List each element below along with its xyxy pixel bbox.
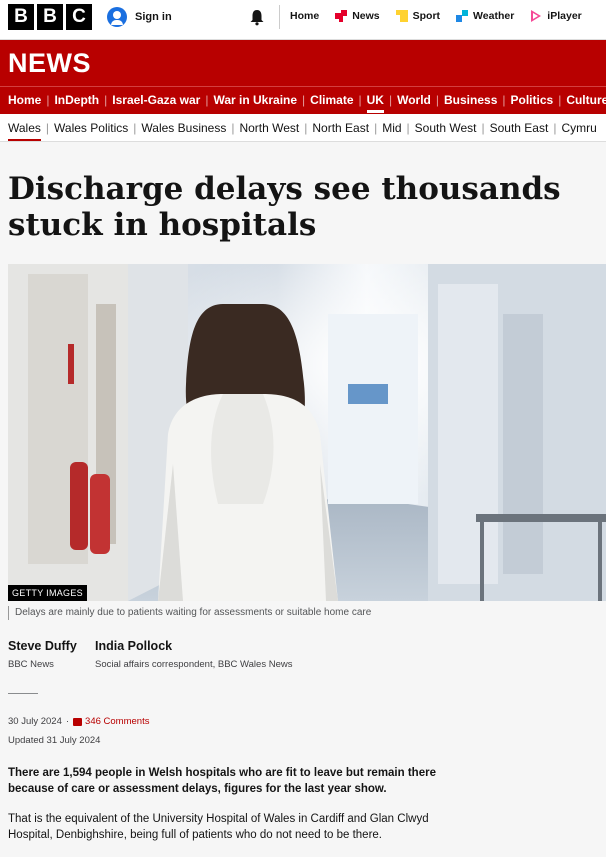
nav-separator: |	[374, 121, 378, 135]
nav-separator: |	[502, 93, 506, 107]
user-icon	[107, 7, 127, 27]
main-nav-item-home[interactable]: Home	[8, 93, 41, 113]
author-name: Steve Duffy	[8, 639, 77, 653]
article-meta: 30 July 2024 · 346 Comments	[8, 716, 149, 727]
nav-separator: |	[304, 121, 308, 135]
sub-nav: Wales | Wales Politics | Wales Business | N…	[8, 121, 597, 141]
sub-nav-item-south-west[interactable]: South West	[415, 121, 477, 141]
author-block: India Pollock Social affairs corresponde…	[95, 639, 292, 670]
comment-icon	[73, 717, 83, 726]
global-nav-label: iPlayer	[547, 10, 582, 22]
main-nav-item-climate[interactable]: Climate	[310, 93, 353, 113]
sub-nav-item-wales-politics[interactable]: Wales Politics	[54, 121, 128, 141]
global-nav: Home News Sport Weather iPlayer	[290, 6, 598, 26]
divider	[8, 693, 38, 694]
nav-separator: |	[406, 121, 410, 135]
global-nav-news[interactable]: News	[335, 6, 380, 26]
sub-nav-item-wales[interactable]: Wales	[8, 121, 41, 141]
nav-separator: |	[558, 93, 562, 107]
news-icon	[335, 10, 348, 22]
publish-date: 30 July 2024	[8, 716, 62, 727]
bbc-global-bar: B B C Sign in Home News Sport Weather iP…	[0, 0, 606, 40]
nav-separator: |	[388, 93, 393, 107]
meta-separator: ·	[65, 716, 70, 727]
sub-nav-item-south-east[interactable]: South East	[490, 121, 549, 141]
news-logo[interactable]: NEWS	[8, 48, 91, 79]
bbc-logo-letter: C	[66, 4, 92, 30]
main-nav-item-culture[interactable]: Culture	[566, 93, 606, 113]
main-nav-item-war-in-ukraine[interactable]: War in Ukraine	[213, 93, 297, 113]
author-name: India Pollock	[95, 639, 173, 653]
image-caption: Delays are mainly due to patients waitin…	[8, 606, 371, 620]
author-block: Steve Duffy BBC News	[8, 639, 77, 670]
nav-separator: |	[481, 121, 485, 135]
nav-separator: |	[46, 93, 50, 107]
nav-separator: |	[553, 121, 557, 135]
sub-nav-item-cymru[interactable]: Cymru	[561, 121, 596, 141]
updated-date: Updated 31 July 2024	[8, 735, 101, 746]
nav-separator: |	[435, 93, 440, 107]
nav-separator: |	[205, 93, 209, 107]
main-nav-item-business[interactable]: Business	[444, 93, 497, 113]
weather-icon	[456, 10, 469, 22]
nav-separator: |	[45, 121, 50, 135]
nav-separator: |	[231, 121, 235, 135]
article-headline: Discharge delays see thousands stuck in …	[8, 171, 561, 243]
sub-nav-item-mid[interactable]: Mid	[382, 121, 401, 141]
global-nav-weather[interactable]: Weather	[456, 6, 514, 26]
divider	[279, 5, 280, 29]
nav-separator: |	[358, 93, 362, 107]
bbc-logo-letter: B	[37, 4, 63, 30]
main-nav-item-uk[interactable]: UK	[366, 93, 384, 113]
article-lead: There are 1,594 people in Welsh hospital…	[8, 767, 436, 795]
global-nav-sport[interactable]: Sport	[395, 6, 441, 26]
sport-icon	[395, 10, 408, 22]
main-nav-item-israel-gaza-war[interactable]: Israel-Gaza war	[112, 93, 200, 113]
comments-count: 346 Comments	[85, 716, 150, 727]
sub-nav-item-wales-business[interactable]: Wales Business	[141, 121, 226, 141]
global-nav-iplayer[interactable]: iPlayer	[530, 6, 582, 26]
global-nav-label: Home	[290, 10, 320, 22]
main-nav-item-politics[interactable]: Politics	[511, 93, 554, 113]
nav-separator: |	[302, 93, 306, 107]
main-nav: Home | InDepth | Israel-Gaza war | War in U…	[8, 93, 606, 113]
sub-nav-item-north-west[interactable]: North West	[239, 121, 299, 141]
global-nav-label: News	[352, 10, 380, 22]
bbc-logo[interactable]: B B C	[8, 4, 92, 30]
main-nav-item-indepth[interactable]: InDepth	[54, 93, 99, 113]
nav-separator: |	[133, 121, 137, 135]
main-nav-item-world[interactable]: World	[397, 93, 431, 113]
author-role: BBC News	[8, 659, 54, 670]
article-paragraph: That is the equivalent of the University…	[8, 813, 429, 841]
global-nav-label: Sport	[412, 10, 441, 22]
hero-image	[8, 264, 606, 601]
sub-nav-item-north-east[interactable]: North East	[312, 121, 369, 141]
sign-in-label: Sign in	[135, 11, 172, 23]
image-credit: GETTY IMAGES	[8, 585, 87, 601]
author-role: Social affairs correspondent, BBC Wales …	[95, 659, 293, 670]
comments-link[interactable]: 346 Comments	[73, 716, 149, 727]
global-nav-home[interactable]: Home	[290, 6, 319, 26]
iplayer-icon	[531, 10, 542, 22]
sign-in-button[interactable]: Sign in	[107, 6, 172, 28]
notifications-bell-icon[interactable]	[248, 8, 266, 26]
nav-separator: |	[104, 93, 108, 107]
bbc-logo-letter: B	[8, 4, 34, 30]
global-nav-label: Weather	[473, 10, 515, 22]
